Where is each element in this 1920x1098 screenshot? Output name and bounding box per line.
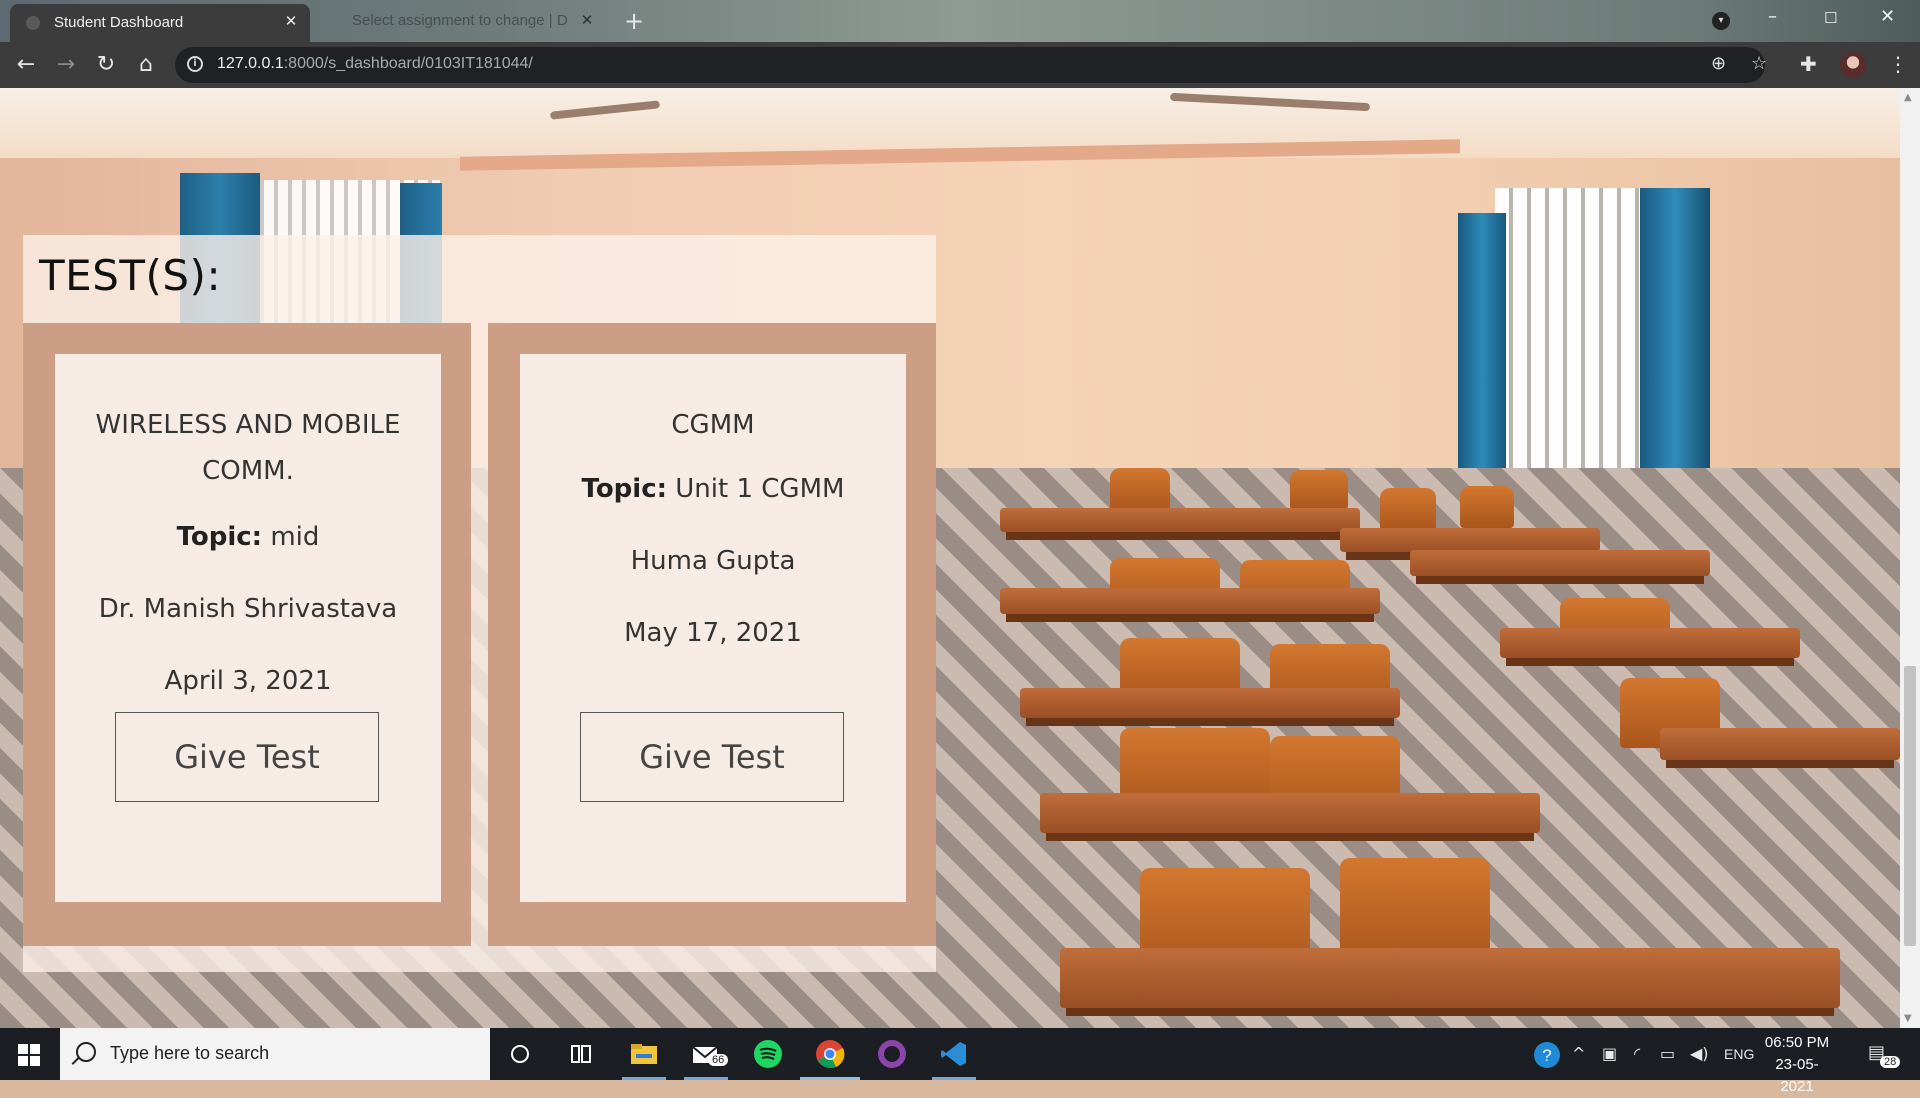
test-date: April 3, 2021 xyxy=(164,666,332,696)
extensions-puzzle-icon[interactable]: ✚ xyxy=(1800,52,1817,76)
chair xyxy=(1380,488,1436,532)
show-hidden-icons-chevron-icon[interactable]: ^ xyxy=(1572,1044,1585,1063)
close-icon[interactable]: ✕ xyxy=(282,12,300,30)
task-view-icon[interactable] xyxy=(566,1038,598,1070)
test-topic: Topic: mid xyxy=(55,522,441,552)
test-card: CGMM Topic: Unit 1 CGMM Huma Gupta May 1… xyxy=(488,323,936,946)
page-background: TEST(S): WIRELESS AND MOBILE COMM. Topic… xyxy=(0,88,1900,1028)
desk xyxy=(1500,628,1800,658)
tab-select-assignment[interactable]: Select assignment to change | D ✕ xyxy=(340,8,600,38)
test-subject: WIRELESS AND MOBILE COMM. xyxy=(95,410,401,486)
forward-arrow-icon[interactable]: → xyxy=(52,51,80,79)
tab-title: Student Dashboard xyxy=(54,14,184,31)
close-icon[interactable]: ✕ xyxy=(578,11,596,29)
desk xyxy=(1040,793,1540,833)
topic-label: Topic: xyxy=(581,474,668,504)
reload-icon[interactable]: ↻ xyxy=(92,51,120,79)
scroll-up-arrow-icon[interactable]: ▲ xyxy=(1904,92,1912,103)
desk xyxy=(1410,550,1710,576)
desk xyxy=(1000,508,1360,532)
zoom-icon[interactable]: ⊕ xyxy=(1711,53,1726,74)
chrome-menu-icon[interactable]: ⋮ xyxy=(1888,52,1908,76)
search-placeholder: Type here to search xyxy=(110,1043,270,1063)
file-explorer-icon[interactable] xyxy=(628,1038,660,1070)
volume-icon[interactable]: ◀) xyxy=(1690,1044,1709,1063)
tab-search-icon[interactable]: ▾ xyxy=(1712,12,1730,30)
home-icon[interactable]: ⌂ xyxy=(132,51,160,79)
globe-icon xyxy=(26,16,40,30)
desk xyxy=(1020,688,1400,718)
wifi-icon[interactable]: ◜ xyxy=(1634,1044,1640,1063)
windows-start-icon[interactable] xyxy=(18,1044,40,1066)
browser-tab-bar: Student Dashboard ✕ Select assignment to… xyxy=(0,0,1920,42)
mail-count-badge: 66 xyxy=(708,1054,729,1066)
desk xyxy=(1060,948,1840,1008)
browser-toolbar: ← → ↻ ⌂ i 127.0.0.1:8000/s_dashboard/010… xyxy=(0,42,1920,88)
address-bar[interactable]: i 127.0.0.1:8000/s_dashboard/0103IT18104… xyxy=(175,47,1767,83)
help-icon[interactable]: ? xyxy=(1532,1040,1564,1072)
test-topic: Topic: Unit 1 CGMM xyxy=(520,474,906,504)
spotify-icon[interactable] xyxy=(752,1038,784,1070)
notification-count-badge: 28 xyxy=(1880,1056,1901,1068)
test-teacher: Huma Gupta xyxy=(630,546,796,576)
clock-time: 06:50 PM xyxy=(1764,1034,1830,1051)
clock-date: 23-05-2021 xyxy=(1775,1056,1819,1095)
tab-student-dashboard[interactable]: Student Dashboard ✕ xyxy=(10,4,310,42)
maximize-icon[interactable]: ☐ xyxy=(1824,9,1837,27)
test-card: WIRELESS AND MOBILE COMM. Topic: mid Dr.… xyxy=(23,323,471,946)
tests-panel: TEST(S): WIRELESS AND MOBILE COMM. Topic… xyxy=(23,235,936,972)
device-icon[interactable]: ▣ xyxy=(1602,1044,1617,1063)
cortana-circle-icon[interactable] xyxy=(506,1038,538,1070)
info-icon[interactable]: i xyxy=(187,56,203,72)
svg-text:?: ? xyxy=(1542,1046,1551,1065)
topic-value: mid xyxy=(270,522,320,552)
back-arrow-icon[interactable]: ← xyxy=(12,51,40,79)
desk xyxy=(1660,728,1900,760)
give-test-button[interactable]: Give Test xyxy=(580,712,844,802)
github-desktop-icon[interactable] xyxy=(876,1038,908,1070)
language-indicator[interactable]: ENG xyxy=(1724,1046,1754,1062)
profile-avatar[interactable] xyxy=(1840,52,1866,78)
chair xyxy=(1290,470,1348,510)
new-tab-button[interactable]: + xyxy=(624,7,644,35)
minimize-icon[interactable]: – xyxy=(1768,6,1777,27)
vscode-icon[interactable] xyxy=(938,1038,970,1070)
give-test-button[interactable]: Give Test xyxy=(115,712,379,802)
chrome-icon[interactable] xyxy=(814,1038,846,1070)
topic-label: Topic: xyxy=(176,522,263,552)
tab-title: Select assignment to change | D xyxy=(352,12,568,29)
test-date: May 17, 2021 xyxy=(624,618,802,648)
search-icon xyxy=(76,1042,96,1062)
taskbar-clock[interactable]: 06:50 PM 23-05-2021 xyxy=(1762,1032,1832,1098)
chair xyxy=(1110,468,1170,513)
window-close-icon[interactable]: ✕ xyxy=(1880,6,1895,27)
url-text[interactable]: 127.0.0.1:8000/s_dashboard/0103IT181044/ xyxy=(217,55,533,73)
chair xyxy=(1460,486,1514,528)
test-card-body: WIRELESS AND MOBILE COMM. Topic: mid Dr.… xyxy=(55,354,441,902)
desk xyxy=(1340,528,1600,552)
test-card-body: CGMM Topic: Unit 1 CGMM Huma Gupta May 1… xyxy=(520,354,906,902)
topic-value: Unit 1 CGMM xyxy=(675,474,845,504)
scrollbar-thumb[interactable] xyxy=(1904,666,1916,946)
test-subject: CGMM xyxy=(671,410,755,440)
desk xyxy=(1000,588,1380,614)
bookmark-star-icon[interactable]: ☆ xyxy=(1751,53,1767,74)
scroll-down-arrow-icon[interactable]: ▼ xyxy=(1904,1013,1912,1024)
test-teacher: Dr. Manish Shrivastava xyxy=(98,594,398,624)
taskbar-search-box[interactable]: Type here to search xyxy=(60,1028,490,1080)
windows-taskbar: Type here to search 66 ? ^ ▣ ◜ ▭ ◀) ENG … xyxy=(0,1028,1920,1095)
page-scrollbar[interactable]: ▲ ▼ xyxy=(1900,88,1920,1028)
panel-title: TEST(S): xyxy=(39,251,222,300)
battery-icon[interactable]: ▭ xyxy=(1660,1044,1675,1063)
